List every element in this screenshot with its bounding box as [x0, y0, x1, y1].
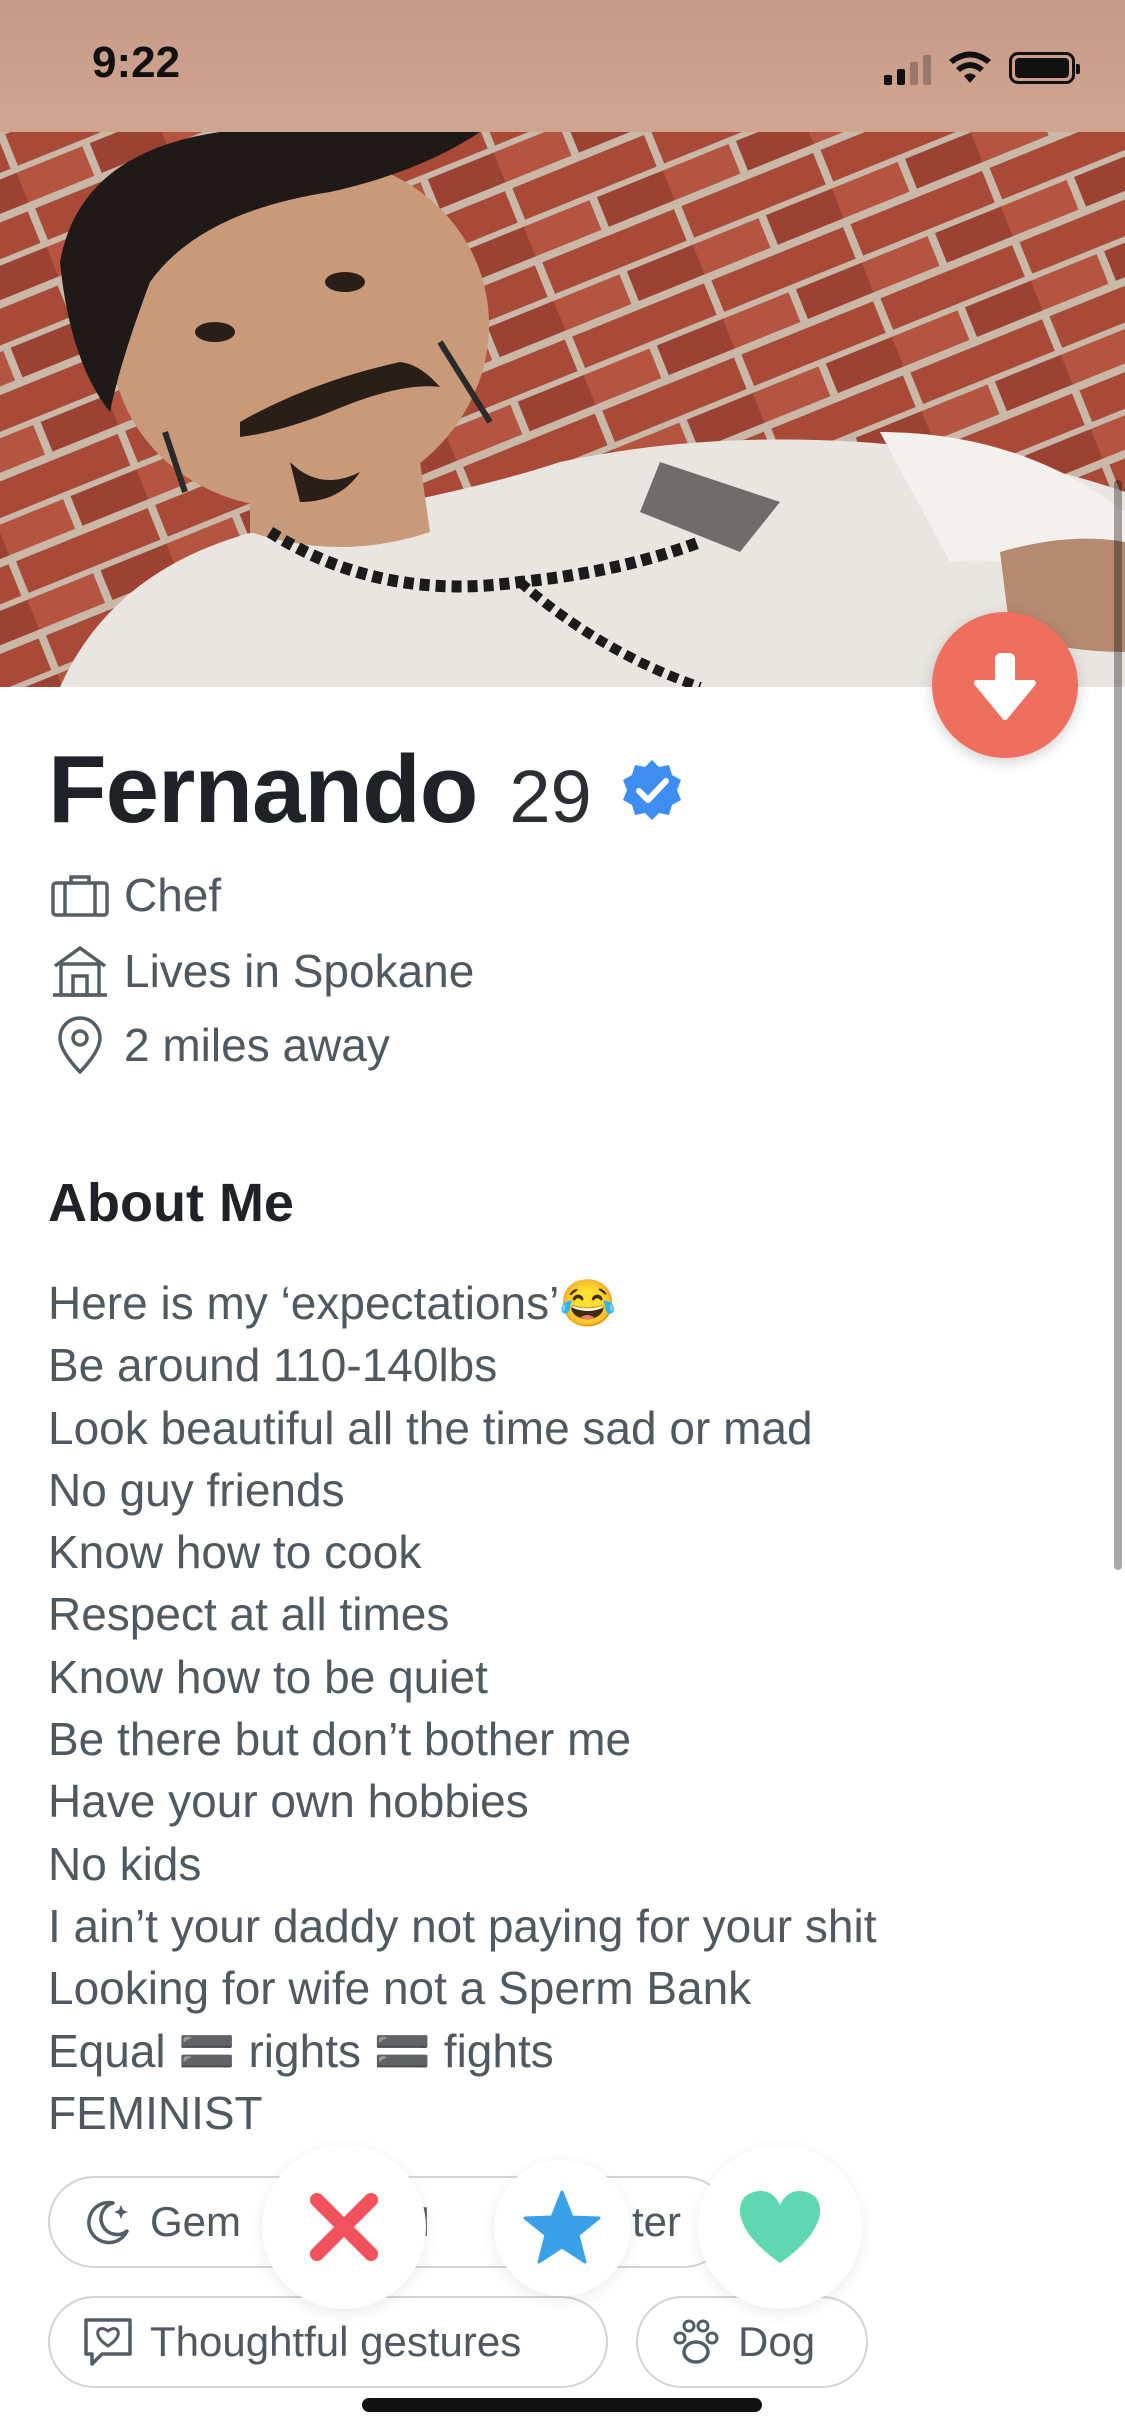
location-pin-icon: [48, 1013, 112, 1077]
battery-icon: [1009, 52, 1080, 84]
status-icons: [884, 48, 1080, 88]
bio-line: FEMINIST: [48, 2086, 263, 2139]
zodiac-chip-label: Gem: [150, 2198, 242, 2245]
about-me-heading: About Me: [48, 1173, 294, 1233]
paw-icon: [668, 2314, 724, 2370]
super-like-button[interactable]: [494, 2160, 630, 2296]
profile-age: 29: [509, 755, 592, 838]
arrow-down-icon: [974, 653, 1036, 720]
bio-line: Know how to be quiet: [48, 1650, 488, 1703]
pets-chip[interactable]: Dog: [636, 2296, 868, 2388]
status-bar: 9:22: [0, 0, 1125, 132]
distance-text: 2 miles away: [124, 1019, 390, 1071]
gift-icon: [80, 2314, 136, 2370]
wifi-icon: [949, 51, 991, 83]
love-language-chip[interactable]: Thoughtful gestures: [48, 2296, 608, 2388]
collapse-profile-button[interactable]: [932, 612, 1078, 758]
bio-line: I ain’t your daddy not paying for your s…: [48, 1899, 877, 1952]
pets-chip-label: Dog: [738, 2318, 816, 2365]
job-text: Chef: [124, 869, 222, 921]
bio-line: No guy friends: [48, 1463, 345, 1516]
nope-button[interactable]: [262, 2145, 426, 2309]
bio-text: Here is my ‘expectations’😂 Be around 110…: [48, 1272, 1068, 2144]
love-language-chip-label: Thoughtful gestures: [150, 2318, 522, 2365]
close-icon: [310, 2193, 378, 2261]
bio-line: Have your own hobbies: [48, 1775, 529, 1828]
bio-line: Equal 🟰 rights 🟰 fights: [48, 2024, 554, 2077]
cellular-signal-icon: [884, 51, 931, 85]
status-time: 9:22: [92, 38, 181, 87]
residence-text: Lives in Spokane: [124, 945, 475, 997]
scrollbar-thumb[interactable]: [1114, 480, 1122, 1570]
profile-photo[interactable]: [0, 132, 1125, 687]
heart-icon: [739, 2190, 821, 2263]
interest-chip-label: ter: [632, 2198, 682, 2245]
bio-line: Look beautiful all the time sad or mad: [48, 1401, 813, 1454]
job-row: Chef: [48, 858, 221, 932]
profile-name: Fernando: [48, 736, 478, 843]
verified-badge-icon[interactable]: [620, 758, 684, 822]
home-indicator[interactable]: [362, 2398, 762, 2412]
distance-row: 2 miles away: [48, 1008, 390, 1082]
bio-line: Respect at all times: [48, 1588, 450, 1641]
bio-line: Looking for wife not a Sperm Bank: [48, 1962, 752, 2015]
briefcase-icon: [48, 863, 112, 927]
bio-line: No kids: [48, 1837, 202, 1890]
star-icon: [523, 2190, 601, 2264]
home-icon: [48, 939, 112, 1003]
bio-line: Be around 110-140lbs: [48, 1339, 498, 1392]
zodiac-moon-icon: [80, 2194, 136, 2250]
bio-line: Here is my ‘expectations’😂: [48, 1277, 617, 1329]
bio-line: Be there but don’t bother me: [48, 1713, 632, 1766]
bio-line: Know how to cook: [48, 1526, 422, 1579]
like-button[interactable]: [698, 2145, 862, 2309]
profile-header: Fernando 29: [48, 735, 684, 845]
residence-row: Lives in Spokane: [48, 934, 474, 1008]
